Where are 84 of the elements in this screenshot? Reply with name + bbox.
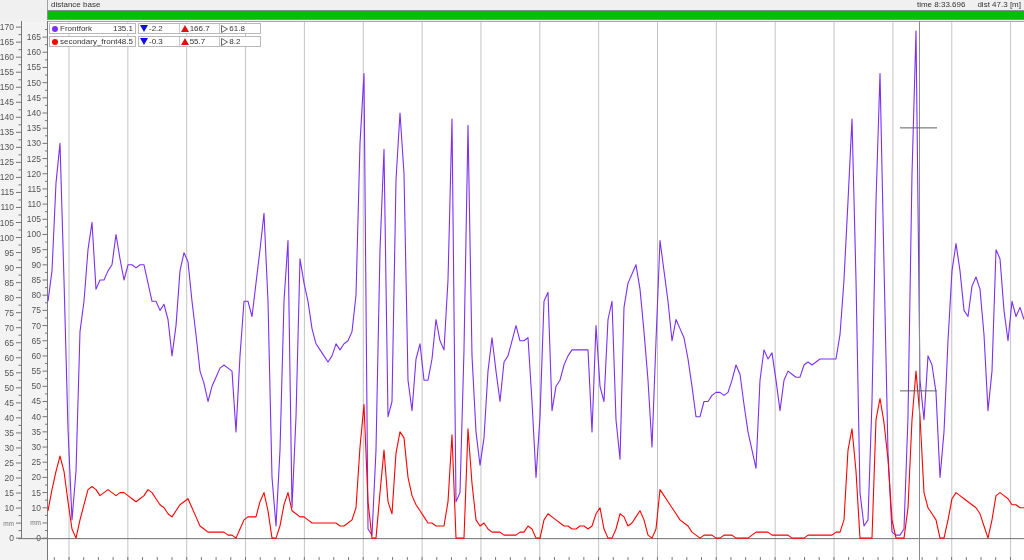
tick-label: 0	[9, 533, 14, 544]
tick-label: 90	[4, 262, 14, 273]
tick-label: 155	[0, 67, 14, 78]
tick-label: 165	[26, 32, 41, 43]
tick-label: 15	[4, 488, 14, 499]
tick-label: 90	[31, 259, 41, 270]
tick-label: 50	[31, 381, 41, 392]
tick-label: 100	[26, 229, 41, 240]
series-value: 48.5	[117, 37, 133, 46]
min-value: -0.3	[149, 37, 163, 46]
tick-label: 10	[31, 502, 41, 513]
tick-label: 105	[26, 214, 41, 225]
series-value: 135.1	[112, 24, 133, 33]
tick-label: 80	[4, 292, 14, 303]
min-value: -2.2	[149, 24, 163, 33]
tick-label: 125	[0, 157, 14, 168]
tick-label: 135	[26, 123, 41, 134]
title-label: distance base	[51, 0, 101, 10]
tick-label: 110	[27, 199, 41, 210]
tick-label: 50	[4, 382, 14, 393]
tick-label: 160	[0, 52, 14, 63]
tick-label: 160	[26, 47, 41, 58]
tick-label: 10	[4, 503, 14, 514]
tick-label: 45	[31, 396, 41, 407]
avg-value: 8.2	[229, 37, 241, 46]
tick-label: 80	[31, 290, 41, 301]
tick-label: 45	[4, 397, 14, 408]
tick-label: 150	[26, 77, 41, 88]
tick-label: 75	[4, 307, 14, 318]
tick-label: 20	[4, 473, 14, 483]
tick-label: 125	[26, 153, 41, 164]
tick-label: 170	[0, 22, 14, 33]
avg-value: 61.8	[229, 24, 245, 33]
tick-label: 135	[0, 127, 14, 138]
tick-label: 40	[31, 411, 41, 422]
tick-label: 60	[4, 352, 14, 363]
tick-label: 100	[0, 232, 14, 243]
tick-label: 110	[0, 202, 14, 213]
tick-label: 95	[31, 244, 41, 255]
tick-label: 0	[36, 533, 41, 544]
tick-label: 140	[26, 108, 41, 118]
tick-label: 85	[4, 277, 14, 288]
tick-label: 65	[31, 335, 41, 346]
max-value: 166.7	[189, 24, 210, 33]
tick-label: 60	[31, 350, 41, 361]
distance-readout: dist 47.3 [m]	[977, 0, 1021, 10]
tick-label: 35	[4, 427, 14, 438]
tick-label: 25	[31, 457, 41, 468]
tick-label: 105	[0, 217, 14, 228]
tick-label: 40	[4, 412, 14, 423]
tick-label: 130	[26, 138, 41, 149]
tick-label: 130	[0, 142, 14, 153]
tick-label: 165	[0, 37, 14, 48]
tick-label: 140	[0, 112, 14, 123]
cursor-line[interactable]	[919, 21, 920, 560]
tick-label: 120	[26, 168, 41, 179]
series-name: secondary_front	[60, 37, 118, 46]
tick-label: 25	[4, 458, 14, 468]
tick-label: 15	[31, 487, 41, 498]
tick-label: 115	[27, 183, 41, 194]
series-name: Frontfork	[60, 24, 93, 33]
tick-label: 20	[31, 472, 41, 483]
tick-label: 155	[26, 62, 41, 73]
tick-label: 65	[4, 337, 14, 348]
tick-label: 145	[26, 92, 41, 103]
tick-label: 30	[4, 442, 14, 453]
tick-label: 145	[0, 97, 14, 108]
tick-label: 120	[0, 172, 14, 183]
tick-label: 85	[31, 275, 41, 285]
cursor-marker	[899, 127, 938, 129]
tick-label: 30	[31, 442, 41, 453]
tick-label: 55	[4, 367, 14, 378]
range-bar[interactable]	[47, 10, 1024, 20]
tick-label: 35	[31, 426, 41, 437]
tick-label: 95	[4, 247, 14, 258]
tick-label: 115	[0, 187, 14, 198]
cursor-marker	[899, 390, 938, 392]
tick-label: 70	[4, 322, 14, 333]
time-readout: time 8:33.696	[916, 0, 966, 10]
tick-label: 75	[31, 305, 41, 316]
tick-label: 70	[31, 320, 41, 331]
tick-label: 55	[31, 366, 41, 377]
max-value: 55.7	[189, 37, 206, 46]
tick-label: 150	[0, 82, 14, 93]
